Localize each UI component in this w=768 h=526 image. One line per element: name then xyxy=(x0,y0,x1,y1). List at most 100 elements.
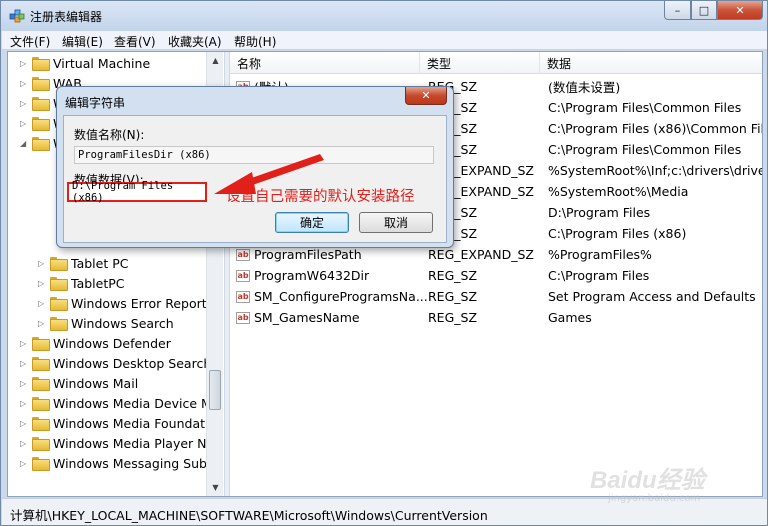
watermark-logo: Baidu经验 xyxy=(590,467,705,494)
folder-icon xyxy=(50,277,68,291)
folder-icon xyxy=(50,297,68,311)
value-name: ProgramW6432Dir xyxy=(254,268,370,283)
folder-icon xyxy=(32,337,50,351)
expand-arrow-icon[interactable]: ▷ xyxy=(38,319,47,328)
menu-help[interactable]: 帮助(H) xyxy=(234,33,276,50)
list-header: 名称 类型 数据 xyxy=(230,52,762,74)
menu-favorites[interactable]: 收藏夹(A) xyxy=(168,33,222,50)
folder-icon xyxy=(32,457,50,471)
tree-node[interactable]: ▷ Windows Desktop Search xyxy=(20,353,211,373)
expand-arrow-icon[interactable]: ▷ xyxy=(20,119,29,128)
expand-arrow-icon[interactable]: ▷ xyxy=(20,439,29,448)
expand-arrow-icon[interactable]: ▷ xyxy=(20,79,29,88)
value-data-cell: Set Program Access and Defaults xyxy=(548,289,756,304)
value-data-cell: C:\Program Files (x86)\Common Files xyxy=(548,121,762,136)
string-value-icon: ab xyxy=(236,311,250,324)
expand-arrow-icon[interactable]: ▷ xyxy=(38,299,47,308)
menu-edit[interactable]: 编辑(E) xyxy=(62,33,103,50)
value-data-cell: C:\Program Files\Common Files xyxy=(548,142,742,157)
expand-arrow-icon[interactable]: ▷ xyxy=(20,59,29,68)
dialog-title: 编辑字符串 xyxy=(65,96,126,110)
close-button[interactable]: ✕ xyxy=(717,1,763,20)
header-type[interactable]: 类型 xyxy=(420,52,540,74)
tree-node[interactable]: ▷ Windows Media Foundatic xyxy=(20,413,215,433)
folder-icon xyxy=(32,397,50,411)
expand-arrow-icon[interactable]: ▷ xyxy=(20,339,29,348)
expand-arrow-icon[interactable]: ▷ xyxy=(20,399,29,408)
folder-icon xyxy=(32,437,50,451)
dialog-close-button[interactable]: ✕ xyxy=(405,87,447,105)
tree-node[interactable]: ▷ Windows Search xyxy=(38,313,174,333)
value-data-cell: %SystemRoot%\Media xyxy=(548,184,689,199)
folder-icon xyxy=(32,377,50,391)
watermark: Baidu经验 jingyan.baidu.com xyxy=(590,460,740,504)
tree-node[interactable]: ▷ Windows Mail xyxy=(20,373,138,393)
expand-arrow-icon[interactable]: ▷ xyxy=(20,419,29,428)
annotation-text: 设置自己需要的默认安装路径 xyxy=(226,189,415,205)
expand-arrow-icon[interactable]: ▷ xyxy=(38,279,47,288)
string-value-icon: ab xyxy=(236,248,250,261)
expand-arrow-icon[interactable]: ▷ xyxy=(20,459,29,468)
title-bar[interactable]: 注册表编辑器 – □ ✕ xyxy=(1,1,767,31)
table-row[interactable]: ab ProgramW6432Dir REG_SZ C:\Program Files xyxy=(230,265,762,286)
value-data-cell: %SystemRoot%\Inf;c:\drivers\drivers xyxy=(548,163,762,178)
value-data-cell: C:\Program Files\Common Files xyxy=(548,100,742,115)
tree-node[interactable]: ▷ TabletPC xyxy=(38,273,125,293)
folder-icon xyxy=(32,357,50,371)
tree-node[interactable]: ▷ Windows Media Player NS xyxy=(20,433,214,453)
menu-file[interactable]: 文件(F) xyxy=(10,33,50,50)
header-name[interactable]: 名称 xyxy=(230,52,420,74)
tree-node[interactable]: ▷ Tablet PC xyxy=(38,253,128,273)
value-name: SM_GamesName xyxy=(254,310,360,325)
header-data[interactable]: 数据 xyxy=(540,52,762,74)
value-data-input[interactable]: D:\Program Files (x86) xyxy=(67,180,207,204)
value-data-cell: C:\Program Files (x86) xyxy=(548,226,687,241)
folder-icon xyxy=(32,77,50,91)
folder-icon xyxy=(32,57,50,71)
value-name-cell: ab SM_GamesName xyxy=(236,307,360,328)
registry-editor-icon xyxy=(9,9,25,23)
scroll-down-icon[interactable]: ▼ xyxy=(207,479,224,496)
value-type-cell: REG_SZ xyxy=(428,268,478,283)
expand-arrow-icon[interactable]: ▷ xyxy=(20,99,29,108)
value-data-cell: D:\Program Files xyxy=(548,205,651,220)
cancel-button[interactable]: 取消 xyxy=(359,212,433,233)
table-row[interactable]: ab SM_GamesName REG_SZ Games xyxy=(230,307,762,328)
folder-icon xyxy=(32,117,50,131)
expand-arrow-icon[interactable]: ▷ xyxy=(20,379,29,388)
window-title: 注册表编辑器 xyxy=(30,10,103,24)
folder-icon xyxy=(32,417,50,431)
string-value-icon: ab xyxy=(236,290,250,303)
value-name: ProgramFilesPath xyxy=(254,247,362,262)
registry-editor-window: 注册表编辑器 – □ ✕ 文件(F) 编辑(E) 查看(V) 收藏夹(A) 帮助… xyxy=(0,0,768,526)
minimize-button[interactable]: – xyxy=(664,1,691,20)
scroll-thumb[interactable] xyxy=(209,370,221,410)
tree-node[interactable]: ▷ Windows Messaging Subs xyxy=(20,453,213,473)
tree-node[interactable]: ▷ Windows Error Reporti xyxy=(38,293,210,313)
value-name: SM_ConfigureProgramsNa... xyxy=(254,289,428,304)
table-row[interactable]: ab SM_ConfigureProgramsNa... REG_SZ Set Pro… xyxy=(230,286,762,307)
value-data-cell: Games xyxy=(548,310,592,325)
tree-node[interactable]: ▷ Windows Media Device Ma xyxy=(20,393,219,413)
folder-icon xyxy=(32,97,50,111)
value-type-cell: REG_SZ xyxy=(428,289,478,304)
value-data-cell: %ProgramFiles% xyxy=(548,247,652,262)
ok-button[interactable]: 确定 xyxy=(275,212,349,233)
scroll-up-icon[interactable]: ▲ xyxy=(207,52,224,69)
tree-node[interactable]: ▷ Virtual Machine xyxy=(20,53,150,73)
value-name-label: 数值名称(N): xyxy=(74,128,145,142)
expand-arrow-icon[interactable]: ▷ xyxy=(20,359,29,368)
menu-bar: 文件(F) 编辑(E) 查看(V) 收藏夹(A) 帮助(H) xyxy=(2,31,767,50)
expand-arrow-icon[interactable]: ▷ xyxy=(38,259,47,268)
maximize-button[interactable]: □ xyxy=(691,1,717,20)
value-data-cell: (数值未设置) xyxy=(548,80,621,95)
window-controls: – □ ✕ xyxy=(664,1,763,21)
menu-view[interactable]: 查看(V) xyxy=(114,33,156,50)
tree-node[interactable]: ▷ Windows Defender xyxy=(20,333,171,353)
value-type-cell: REG_SZ xyxy=(428,310,478,325)
folder-icon xyxy=(32,137,50,151)
value-name-cell: ab SM_ConfigureProgramsNa... xyxy=(236,286,428,307)
value-name-cell: ab ProgramW6432Dir xyxy=(236,265,369,286)
collapse-arrow-icon[interactable]: ◢ xyxy=(20,139,29,148)
status-path: 计算机\HKEY_LOCAL_MACHINE\SOFTWARE\Microsof… xyxy=(10,508,488,523)
